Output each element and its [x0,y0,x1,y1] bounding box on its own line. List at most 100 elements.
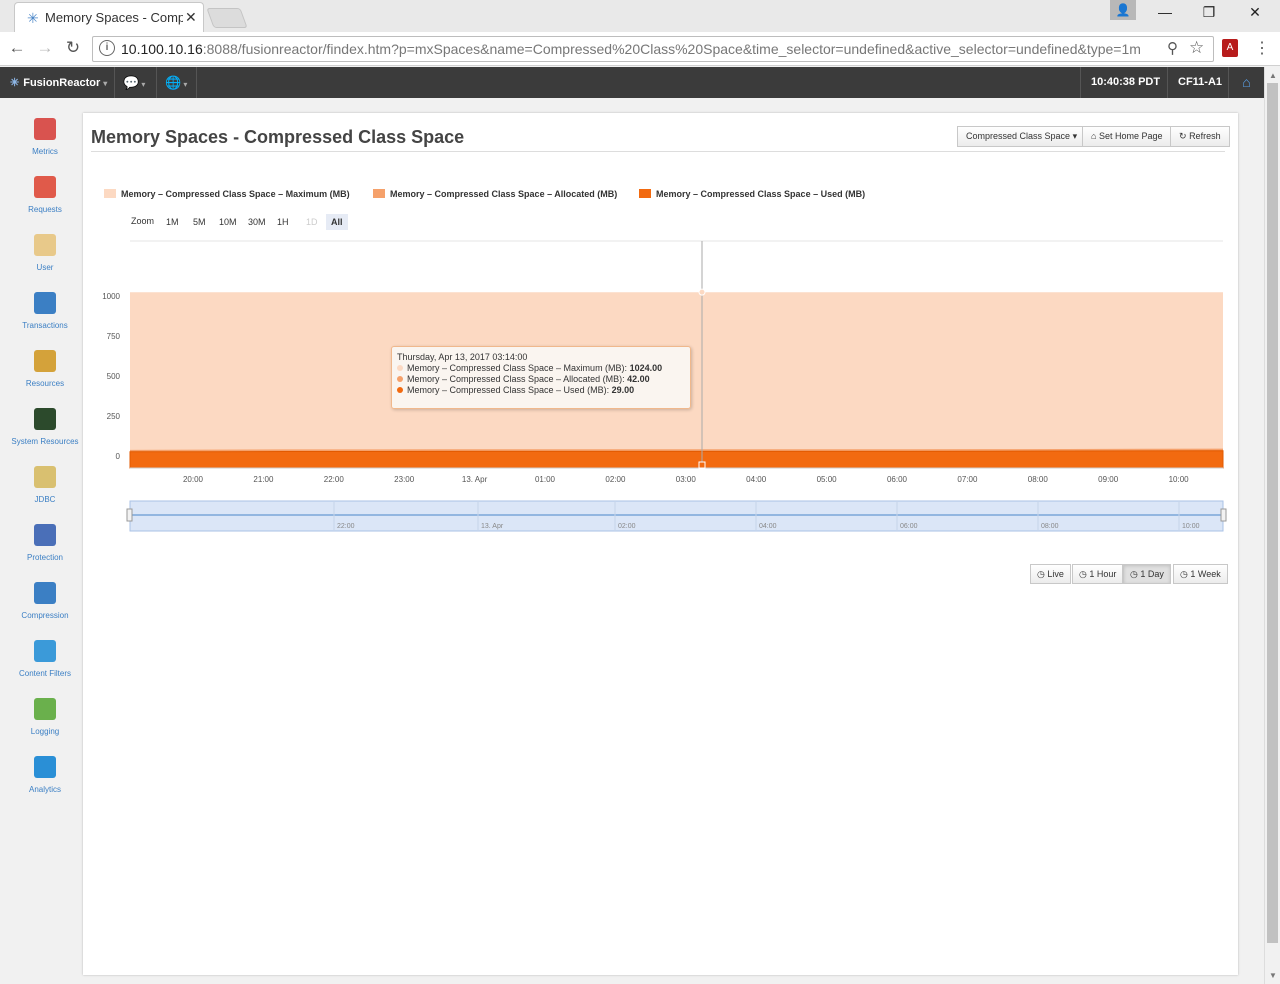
legend-swatch [639,189,651,198]
x-tick-label: 06:00 [887,475,908,484]
set-home-page-button[interactable]: ⌂ Set Home Page [1082,126,1172,147]
sidebar-item-content-filters[interactable]: Content Filters [0,640,90,698]
window-close-icon[interactable]: ✕ [1240,4,1270,24]
sidebar-item-requests[interactable]: Requests [0,176,90,234]
sidebar-item-metrics[interactable]: Metrics [0,118,90,176]
vertical-scrollbar[interactable]: ▲ ▼ [1264,67,1280,984]
sidebar-item-label: Content Filters [18,669,72,678]
space-selector-dropdown[interactable]: Compressed Class Space ▾ [957,126,1087,147]
sidebar-item-logging[interactable]: Logging [0,698,90,756]
sidebar-item-analytics[interactable]: Analytics [0,756,90,814]
new-tab-button[interactable] [206,8,248,28]
metrics-chart-icon [34,118,56,140]
zoom-button-all[interactable]: All [326,214,348,230]
globe-dropdown[interactable]: 🌐 ▾ [156,67,195,98]
sidebar-item-resources[interactable]: Resources [0,350,90,408]
address-bar[interactable]: i 10.100.10.16:8088/fusionreactor/findex… [92,36,1214,62]
legend-item-used[interactable]: Memory – Compressed Class Space – Used (… [639,189,865,199]
zoom-button-1h[interactable]: 1H [272,214,294,230]
tooltip-row-maximum: Memory – Compressed Class Space – Maximu… [397,363,685,373]
address-url: 10.100.10.16:8088/fusionreactor/findex.h… [121,41,1141,57]
cube-icon [34,756,56,778]
tooltip-row-used: Memory – Compressed Class Space – Used (… [397,385,685,395]
chat-bubble-icon: 💬 [123,75,140,90]
zoom-button-1d[interactable]: 1D [301,214,323,230]
forward-arrow-icon[interactable]: → [34,38,56,58]
navigator-tick-label: 02:00 [618,523,636,530]
requests-icon [34,176,56,198]
range-button-live[interactable]: ◷ Live [1030,564,1071,584]
user-icon [34,234,56,256]
x-tick-label: 22:00 [324,475,345,484]
refresh-button[interactable]: ↻ Refresh [1170,126,1230,147]
x-tick-label: 02:00 [605,475,626,484]
range-button-1-week[interactable]: ◷ 1 Week [1173,564,1228,584]
legend-item-maximum[interactable]: Memory – Compressed Class Space – Maximu… [104,189,350,199]
sidebar-item-transactions[interactable]: Transactions [0,292,90,350]
maximize-icon[interactable]: ❐ [1194,4,1224,24]
minimize-icon[interactable]: — [1150,4,1180,24]
sidebar-item-compression[interactable]: Compression [0,582,90,640]
x-tick-label: 05:00 [817,475,838,484]
sidebar-item-jdbc[interactable]: JDBC [0,466,90,524]
home-small-icon: ⌂ [1091,131,1097,141]
clock-icon: ◷ [1079,569,1090,579]
range-button-1-hour[interactable]: ◷ 1 Hour [1072,564,1124,584]
legend-swatch [373,189,385,198]
navigator-selection [129,500,1224,532]
scroll-down-icon[interactable]: ▼ [1269,971,1277,980]
range-button-1-day[interactable]: ◷ 1 Day [1123,564,1171,584]
browser-user-icon[interactable]: 👤 [1110,0,1136,20]
notifications-dropdown[interactable]: 💬 ▾ [114,67,153,98]
sidebar-item-label: Requests [28,205,62,214]
sidebar-item-label: System Resources [11,437,79,446]
x-tick-label: 23:00 [394,475,415,484]
zoom-label: Zoom [131,216,155,226]
x-tick-label: 01:00 [535,475,556,484]
funnel-icon [34,640,56,662]
home-icon[interactable]: ⌂ [1228,67,1264,98]
zoom-button-30m[interactable]: 30M [243,214,271,230]
reload-icon[interactable]: ↻ [62,38,84,58]
legend-item-allocated[interactable]: Memory – Compressed Class Space – Alloca… [373,189,617,199]
page-title: Memory Spaces - Compressed Class Space [91,127,465,147]
bookmark-star-icon[interactable]: ☆ [1189,38,1204,58]
pdf-extension-icon[interactable]: A [1222,39,1238,57]
x-tick-label: 09:00 [1098,475,1119,484]
tooltip-row-allocated: Memory – Compressed Class Space – Alloca… [397,374,685,384]
x-tick-label: 04:00 [746,475,767,484]
y-tick-label: 1000 [102,292,120,301]
server-clock: 10:40:38 PDT [1080,67,1170,98]
hover-point-used [698,461,706,469]
y-tick-label: 750 [107,332,121,341]
site-info-icon[interactable]: i [99,40,115,56]
back-arrow-icon[interactable]: ← [6,38,28,58]
scroll-up-icon[interactable]: ▲ [1269,71,1277,80]
header-divider [196,67,197,98]
x-tick-label: 13. Apr [462,475,488,484]
y-tick-label: 0 [116,452,121,461]
zoom-button-1m[interactable]: 1M [161,214,184,230]
sidebar-item-system-resources[interactable]: System Resources [0,408,90,466]
sidebar-item-protection[interactable]: Protection [0,524,90,582]
browser-menu-icon[interactable]: ⋮ [1254,38,1270,58]
chart-tooltip: Thursday, Apr 13, 2017 03:14:00 Memory –… [391,346,691,409]
scrollbar-thumb[interactable] [1267,83,1278,943]
x-tick-label: 07:00 [957,475,978,484]
zoom-button-5m[interactable]: 5M [188,214,211,230]
fusionreactor-favicon-icon: ✳ [27,10,39,26]
sidebar-item-user[interactable]: User [0,234,90,292]
monitor-icon [34,408,56,430]
tab-close-icon[interactable]: ✕ [185,9,197,26]
sidebar-item-label: Protection [26,553,64,562]
browser-tab[interactable]: ✳ Memory Spaces - Compr ✕ [14,2,204,32]
zoom-button-10m[interactable]: 10M [214,214,242,230]
sidebar-item-label: Resources [25,379,65,388]
x-tick-label: 20:00 [183,475,204,484]
brand-menu[interactable]: ✳ FusionReactor ▾ [10,76,107,89]
zoom-magnifier-icon[interactable]: ⚲ [1167,39,1178,57]
tab-title: Memory Spaces - Compr [45,10,183,25]
server-name: CF11-A1 [1167,67,1232,98]
series-area-used [129,450,1224,469]
clock-icon: ◷ [1037,569,1048,579]
